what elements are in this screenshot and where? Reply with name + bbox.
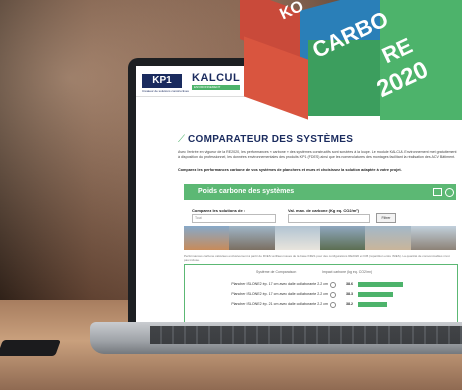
compare-label: Comparez les solutions de :: [192, 208, 246, 213]
row-value: 38.2: [346, 302, 353, 306]
row-value: 38.3: [346, 292, 353, 296]
page-title: COMPARATEUR DES SYSTÈMES: [188, 134, 354, 145]
methodology-note: Performances carbone calculées exclusive…: [184, 254, 450, 262]
photo-2: [229, 226, 275, 250]
mail-icon[interactable]: [433, 188, 442, 196]
photo-strip: [184, 226, 456, 250]
row-bar: [358, 302, 387, 307]
photo-5: [365, 226, 411, 250]
row-radio[interactable]: [330, 302, 336, 308]
kp1-logo[interactable]: KP1: [142, 74, 182, 88]
row-label: Plancher ISLONE2 ép. 17 cm avec dalle co…: [231, 282, 328, 286]
compare-select[interactable]: Tout: [192, 214, 276, 223]
kalcul-logo[interactable]: KALCUL: [192, 72, 240, 84]
photo-6: [410, 226, 456, 250]
leaf-icon: ⟋: [178, 134, 185, 145]
row-label: Plancher ISLONE2 ép. 21 cm avec dalle co…: [231, 302, 328, 306]
laptop-keyboard: [150, 326, 462, 344]
row-bar: [358, 282, 403, 287]
photo-3: [274, 226, 320, 250]
intro-bold-text: Comparez les performances carbone de vos…: [178, 168, 402, 172]
filter-button[interactable]: Filtrer: [376, 213, 396, 223]
kalcul-subtitle: ENVIRONNEMENT: [192, 85, 240, 90]
row-value: 38.6: [346, 282, 353, 286]
smartphone: [0, 340, 61, 356]
photo-1: [184, 226, 230, 250]
row-label: Plancher ISLONE2 ép. 17 cm avec dalle co…: [231, 292, 328, 296]
print-icon[interactable]: [445, 188, 454, 197]
row-radio[interactable]: [330, 282, 336, 288]
col-compare-header: Système de Comparaison: [256, 270, 297, 274]
row-radio[interactable]: [330, 292, 336, 298]
intro-text: Avec l'entrée en vigueur de la RE2020, l…: [178, 150, 457, 159]
rubiks-cube-graphic: KO CARBO RE 2020: [236, 0, 462, 120]
max-carbon-input[interactable]: [288, 214, 370, 223]
row-bar: [358, 292, 393, 297]
kp1-tagline: Créateur de solutions constructives: [142, 89, 189, 93]
photo-4: [319, 226, 366, 250]
max-carbon-label: Val. max. de carbone (Kg eq. CO2/m²): [288, 208, 359, 213]
section-title: Poids carbone des systèmes: [198, 188, 295, 195]
col-impact-header: Impact carbone (kg eq. CO2/m²): [322, 270, 373, 274]
